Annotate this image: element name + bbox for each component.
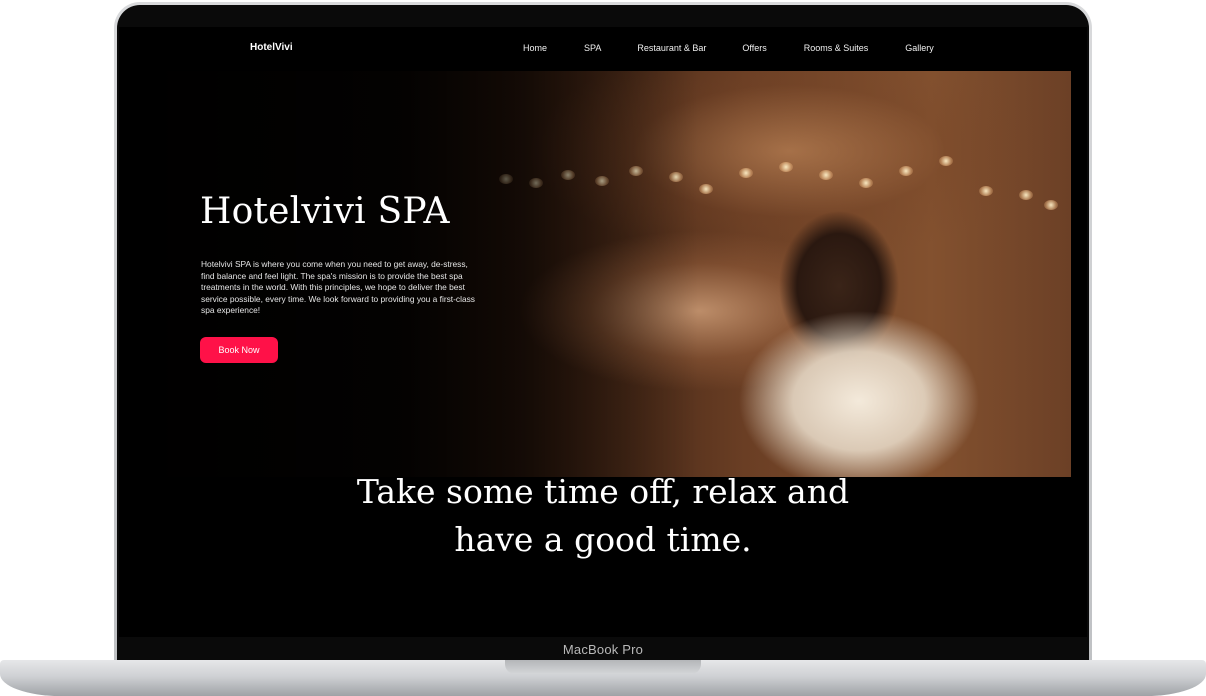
- hero-description: Hotelvivi SPA is where you come when you…: [201, 259, 475, 315]
- laptop-lid: HotelVivi Home SPA Restaurant & Bar Offe…: [114, 2, 1092, 664]
- screen-bezel: HotelVivi Home SPA Restaurant & Bar Offe…: [117, 5, 1089, 661]
- nav-item-rooms-suites[interactable]: Rooms & Suites: [804, 43, 869, 53]
- tagline: Take some time off, relax and have a goo…: [119, 468, 1087, 564]
- book-now-button[interactable]: Book Now: [200, 337, 278, 363]
- site-logo[interactable]: HotelVivi: [250, 42, 293, 53]
- hero-title: Hotelvivi SPA: [200, 191, 450, 232]
- nav-item-spa[interactable]: SPA: [584, 43, 601, 53]
- base-notch: [505, 660, 701, 674]
- tagline-line-1: Take some time off, relax and: [356, 472, 850, 511]
- nav-item-home[interactable]: Home: [523, 43, 547, 53]
- tagline-line-2: have a good time.: [454, 520, 752, 559]
- nav-item-gallery[interactable]: Gallery: [905, 43, 934, 53]
- laptop-base: [0, 660, 1206, 696]
- nav-item-restaurant-bar[interactable]: Restaurant & Bar: [637, 43, 706, 53]
- top-nav: HotelVivi Home SPA Restaurant & Bar Offe…: [119, 27, 1087, 71]
- nav-item-offers[interactable]: Offers: [742, 43, 766, 53]
- nav-menu: Home SPA Restaurant & Bar Offers Rooms &…: [523, 43, 967, 53]
- screen: HotelVivi Home SPA Restaurant & Bar Offe…: [119, 27, 1087, 637]
- device-label: MacBook Pro: [562, 642, 644, 657]
- hero-section: Hotelvivi SPA Hotelvivi SPA is where you…: [139, 71, 1071, 477]
